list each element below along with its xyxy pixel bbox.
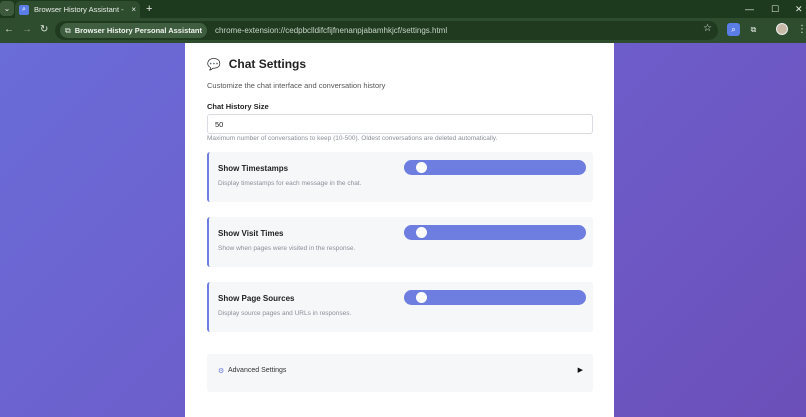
history-assistant-favicon: ⌕ <box>19 4 29 15</box>
setting-title: Show Visit Times <box>218 229 284 238</box>
browser-tab[interactable]: ⌕ Browser History Assistant - Setti × <box>15 1 140 18</box>
setting-title: Show Timestamps <box>218 164 289 173</box>
tab-title: Browser History Assistant - Setti <box>34 5 126 14</box>
history-assistant-extension-icon[interactable]: ⌕ <box>727 23 740 36</box>
show-timestamps-toggle[interactable] <box>404 160 586 175</box>
setting-description: Display source pages and URLs in respons… <box>218 310 352 317</box>
advanced-settings-label: Advanced Settings <box>228 367 287 374</box>
avatar[interactable] <box>776 23 788 35</box>
url-text[interactable]: chrome-extension://cedpbclldifcfijfnenan… <box>215 26 447 35</box>
setting-description: Display timestamps for each message in t… <box>218 180 362 187</box>
toggle-knob <box>416 162 427 173</box>
section-subtitle: Customize the chat interface and convers… <box>207 81 386 90</box>
minimize-icon[interactable]: — <box>745 2 754 16</box>
maximize-icon[interactable]: ☐ <box>771 2 779 16</box>
extension-puzzle-icon: ⧉ <box>65 25 71 35</box>
forward-arrow-icon[interactable]: → <box>22 23 32 37</box>
address-bar[interactable]: ⧉ Browser History Personal Assistant chr… <box>55 21 718 40</box>
menu-kebab-icon[interactable]: ⋮ <box>797 23 806 37</box>
reload-icon[interactable]: ↻ <box>40 23 48 37</box>
setting-title: Show Page Sources <box>218 294 295 303</box>
history-size-help: Maximum number of conversations to keep … <box>207 135 498 142</box>
setting-show-visit-times: Show Visit Times Show when pages were vi… <box>207 217 593 267</box>
show-visit-times-toggle[interactable] <box>404 225 586 240</box>
browser-toolbar: ← → ↻ ⧉ Browser History Personal Assista… <box>0 18 806 43</box>
toggle-knob <box>416 227 427 238</box>
settings-card: 💬 Chat Settings Customize the chat inter… <box>185 43 614 417</box>
site-info-chip[interactable]: ⧉ Browser History Personal Assistant <box>60 23 207 38</box>
toggle-knob <box>416 292 427 303</box>
setting-description: Show when pages were visited in the resp… <box>218 245 356 252</box>
tab-strip: ⌄ ⌕ Browser History Assistant - Setti × … <box>0 0 806 18</box>
setting-show-page-sources: Show Page Sources Display source pages a… <box>207 282 593 332</box>
close-window-icon[interactable]: ✕ <box>795 2 803 16</box>
settings-gear-icon: ⚙ <box>218 368 225 375</box>
show-page-sources-toggle[interactable] <box>404 290 586 305</box>
back-arrow-icon[interactable]: ← <box>4 23 14 37</box>
new-tab-button[interactable]: + <box>146 2 152 16</box>
advanced-settings-toggle[interactable]: ⚙ Advanced Settings ▶ <box>207 354 593 392</box>
expand-arrow-icon: ▶ <box>577 367 583 374</box>
history-size-label: Chat History Size <box>207 102 269 111</box>
page-background: 💬 Chat Settings Customize the chat inter… <box>0 43 806 417</box>
tab-close-button[interactable]: × <box>131 5 136 14</box>
section-header: 💬 Chat Settings <box>207 57 306 71</box>
tab-search-button[interactable]: ⌄ <box>0 1 14 16</box>
extensions-puzzle-icon[interactable]: ⧉ <box>747 23 760 36</box>
setting-show-timestamps: Show Timestamps Display timestamps for e… <box>207 152 593 202</box>
star-icon[interactable]: ☆ <box>703 23 712 34</box>
page-title: Chat Settings <box>228 57 307 71</box>
chevron-down-icon: ⌄ <box>3 4 11 13</box>
site-chip-label: Browser History Personal Assistant <box>74 26 202 35</box>
speech-bubble-icon: 💬 <box>207 58 221 71</box>
history-size-input[interactable] <box>207 114 593 134</box>
